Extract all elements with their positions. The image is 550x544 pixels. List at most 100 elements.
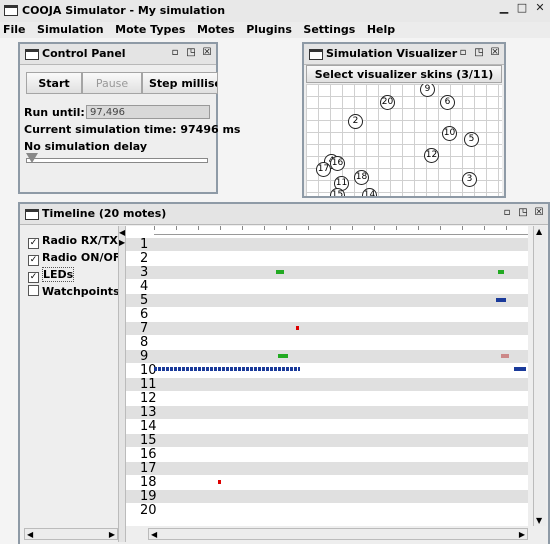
- checkbox-checked[interactable]: ✓: [28, 255, 39, 266]
- row-label: 16: [140, 447, 157, 462]
- timeline-event-mark[interactable]: [496, 298, 506, 302]
- timeline-vertical-scrollbar[interactable]: ▲ ▼: [533, 226, 546, 526]
- control-panel-titlebar[interactable]: Control Panel ▫ ◳ ☒: [20, 44, 216, 65]
- menu-simulation[interactable]: Simulation: [34, 22, 109, 38]
- visualizer-frame: Simulation Visualizer ▫ ◳ ☒ Select visua…: [302, 42, 506, 198]
- option-radio-rxtx[interactable]: ✓ Radio RX/TX: [28, 234, 118, 249]
- current-time-label: Current simulation time: 97496 ms: [24, 123, 241, 136]
- scroll-left-icon[interactable]: ◀: [27, 530, 33, 539]
- expand-right-icon[interactable]: ▶: [119, 238, 125, 247]
- row-label: 15: [140, 433, 157, 448]
- timeline-row: 4: [126, 280, 528, 293]
- frame-icon: [25, 209, 39, 220]
- main-titlebar: COOJA Simulator - My simulation ▁ □ ✕: [0, 0, 550, 23]
- select-skins-button[interactable]: Select visualizer skins (3/11): [306, 65, 502, 83]
- row-label: 5: [140, 293, 149, 308]
- maximize-icon[interactable]: □: [516, 2, 528, 14]
- row-label: 3: [140, 265, 149, 280]
- timeline-event-mark[interactable]: [218, 480, 221, 484]
- mote-node[interactable]: 2: [348, 114, 363, 129]
- close-icon[interactable]: ☒: [201, 47, 213, 59]
- pause-button[interactable]: Pause: [82, 72, 142, 94]
- iconify-icon[interactable]: ▫: [457, 47, 469, 59]
- option-label: Watchpoints: [42, 285, 120, 298]
- mote-node[interactable]: 3: [462, 172, 477, 187]
- row-label: 6: [140, 307, 149, 322]
- scroll-left-icon[interactable]: ◀: [151, 530, 157, 539]
- timeline-event-mark[interactable]: [296, 326, 299, 330]
- delay-slider-track[interactable]: [26, 158, 208, 163]
- row-label: 2: [140, 251, 149, 266]
- row-label: 7: [140, 321, 149, 336]
- checkbox-unchecked[interactable]: [28, 285, 39, 296]
- maximize-icon[interactable]: ◳: [517, 207, 529, 219]
- timeline-row: 13: [126, 406, 528, 419]
- scroll-down-icon[interactable]: ▼: [536, 516, 542, 525]
- close-icon[interactable]: ✕: [534, 2, 546, 14]
- iconify-icon[interactable]: ▫: [169, 47, 181, 59]
- mote-node[interactable]: 14: [362, 188, 377, 196]
- mote-node[interactable]: 9: [420, 84, 435, 97]
- visualizer-canvas[interactable]: 9 20 6 2 10 5 12 4 16 17 18 11 3 15 14: [306, 84, 502, 196]
- scroll-right-icon[interactable]: ▶: [519, 530, 525, 539]
- timeline-horizontal-scrollbar[interactable]: ◀ ▶: [148, 528, 528, 540]
- menu-mote-types[interactable]: Mote Types: [112, 22, 190, 38]
- option-radio-onoff[interactable]: ✓ Radio ON/OFF: [28, 251, 128, 266]
- mote-node[interactable]: 17: [316, 162, 331, 177]
- timeline-row: 7: [126, 322, 528, 335]
- close-icon[interactable]: ☒: [489, 47, 501, 59]
- scroll-right-icon[interactable]: ▶: [109, 530, 115, 539]
- timeline-titlebar[interactable]: Timeline (20 motes) ▫ ◳ ☒: [20, 204, 548, 225]
- option-watchpoints[interactable]: Watchpoints: [28, 285, 120, 298]
- split-pane-divider[interactable]: ◀ ▶: [118, 226, 126, 542]
- timeline-event-mark[interactable]: [498, 270, 504, 274]
- timeline-canvas[interactable]: 1 2 3 4 5 6 7 8 9 10 11 12 13 14 15 16 17 18 19 20: [126, 226, 528, 526]
- step-button[interactable]: Step millise: [142, 72, 218, 94]
- visualizer-titlebar[interactable]: Simulation Visualizer ▫ ◳ ☒: [304, 44, 504, 65]
- window-icon: [4, 5, 18, 16]
- collapse-left-icon[interactable]: ◀: [119, 228, 125, 237]
- menu-settings[interactable]: Settings: [300, 22, 360, 38]
- run-until-input[interactable]: 97,496: [86, 105, 210, 119]
- menu-help[interactable]: Help: [364, 22, 400, 38]
- scroll-up-icon[interactable]: ▲: [536, 227, 542, 236]
- timeline-event-mark[interactable]: [278, 354, 288, 358]
- row-label: 9: [140, 349, 149, 364]
- timeline-frame: Timeline (20 motes) ▫ ◳ ☒ ✓ Radio RX/TX ✓…: [18, 202, 550, 544]
- timeline-event-mark[interactable]: [501, 354, 509, 358]
- menu-motes[interactable]: Motes: [194, 22, 240, 38]
- mote-node[interactable]: 20: [380, 95, 395, 110]
- close-icon[interactable]: ☒: [533, 207, 545, 219]
- timeline-row: 14: [126, 420, 528, 433]
- option-leds[interactable]: ✓ LEDs: [28, 267, 75, 283]
- checkbox-checked[interactable]: ✓: [28, 238, 39, 249]
- iconify-icon[interactable]: ▫: [501, 207, 513, 219]
- timeline-row: 2: [126, 252, 528, 265]
- timeline-row: 11: [126, 378, 528, 391]
- mote-node[interactable]: 5: [464, 132, 479, 147]
- menu-plugins[interactable]: Plugins: [243, 22, 297, 38]
- start-button[interactable]: Start: [26, 72, 82, 94]
- menu-file[interactable]: File: [0, 22, 31, 38]
- timeline-event-mark[interactable]: [276, 270, 284, 274]
- option-label: Radio ON/OFF: [42, 251, 128, 264]
- delay-slider-thumb[interactable]: [26, 153, 38, 163]
- options-horizontal-scrollbar[interactable]: ◀ ▶: [24, 528, 118, 540]
- option-label: Radio RX/TX: [42, 234, 118, 247]
- delay-label: No simulation delay: [24, 140, 148, 153]
- maximize-icon[interactable]: ◳: [185, 47, 197, 59]
- minimize-icon[interactable]: ▁: [498, 2, 510, 14]
- mote-node[interactable]: 12: [424, 148, 439, 163]
- radio-activity-bar[interactable]: [154, 367, 300, 371]
- control-panel-frame: Control Panel ▫ ◳ ☒ Start Pause Step mil…: [18, 42, 240, 194]
- maximize-icon[interactable]: ◳: [473, 47, 485, 59]
- desktop-pane: Control Panel ▫ ◳ ☒ Start Pause Step mil…: [0, 38, 550, 544]
- mote-node[interactable]: 15: [330, 188, 345, 196]
- mote-node[interactable]: 18: [354, 170, 369, 185]
- checkbox-checked[interactable]: ✓: [28, 272, 39, 283]
- mote-node[interactable]: 16: [330, 156, 345, 171]
- radio-activity-bar[interactable]: [514, 367, 526, 371]
- mote-node[interactable]: 10: [442, 126, 457, 141]
- control-panel-title: Control Panel: [42, 47, 126, 60]
- mote-node[interactable]: 6: [440, 95, 455, 110]
